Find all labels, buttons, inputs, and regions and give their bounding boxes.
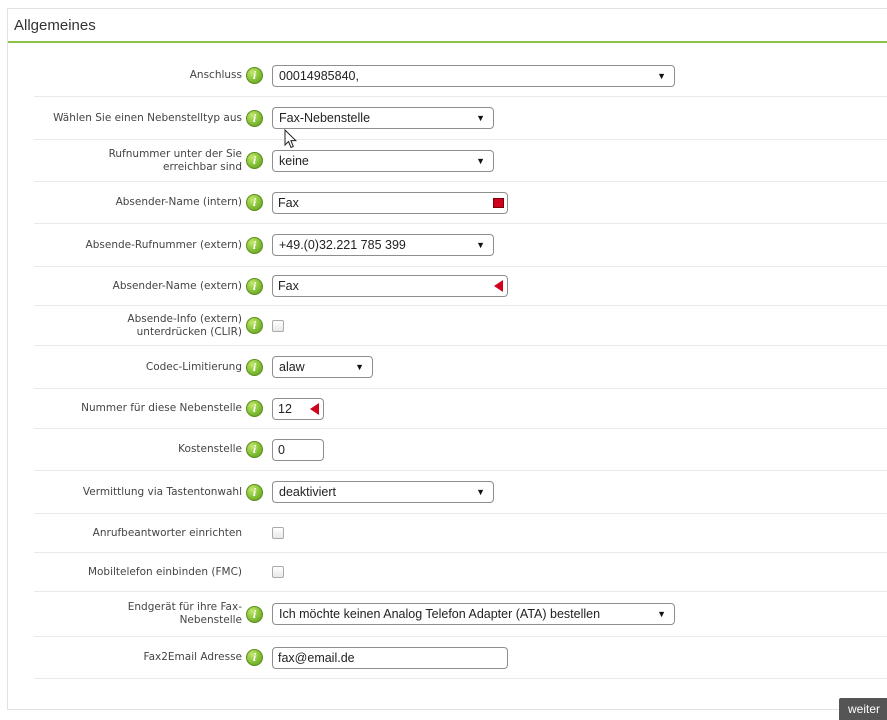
row-kostenstelle: Kostenstelle i 0 <box>34 429 887 471</box>
required-marker-icon <box>493 197 504 208</box>
fax2email-value: fax@email.de <box>278 650 355 665</box>
anschluss-value: 00014985840, <box>279 68 359 83</box>
info-icon[interactable]: i <box>246 605 263 623</box>
info-icon[interactable]: i <box>246 441 263 458</box>
nummer-value: 12 <box>278 401 292 416</box>
nummer-label: Nummer für diese Nebenstelle <box>81 402 242 414</box>
codec-value: alaw <box>279 360 305 374</box>
info-icon[interactable]: i <box>246 67 263 84</box>
absender-extern-label: Absender-Name (extern) <box>112 279 242 292</box>
row-absender-intern: Absender-Name (intern) i Fax <box>34 182 887 224</box>
endgeraet-select[interactable]: Ich möchte keinen Analog Telefon Adapter… <box>272 603 675 625</box>
chevron-down-icon: ▼ <box>657 70 666 81</box>
vermittlung-label: Vermittlung via Tastentonwahl <box>82 485 242 498</box>
clir-checkbox[interactable] <box>272 319 284 332</box>
info-icon[interactable]: i <box>246 400 263 417</box>
row-fmc: Mobiltelefon einbinden (FMC) <box>34 553 887 592</box>
kostenstelle-input[interactable]: 0 <box>272 438 324 461</box>
info-icon[interactable]: i <box>246 483 263 501</box>
absende-rufnummer-select[interactable]: +49.(0)32.221 785 399 ▼ <box>272 234 494 256</box>
nebenstelltyp-select[interactable]: Fax-Nebenstelle ▼ <box>272 107 494 129</box>
absender-extern-value: Fax <box>278 279 299 293</box>
next-button[interactable]: weiter <box>839 698 887 720</box>
info-icon[interactable]: i <box>246 358 263 376</box>
info-icon[interactable]: i <box>246 317 263 334</box>
nebenstelltyp-label: Wählen Sie einen Nebenstelltyp aus <box>53 111 242 124</box>
codec-select[interactable]: alaw ▼ <box>272 356 373 378</box>
vermittlung-value: deaktiviert <box>279 485 336 499</box>
info-icon[interactable]: i <box>246 194 263 211</box>
required-marker-icon <box>494 280 503 292</box>
info-icon[interactable]: i <box>246 109 263 127</box>
clir-label: Absende-Info (extern) unterdrücken (CLIR… <box>127 312 242 338</box>
chevron-down-icon: ▼ <box>476 240 485 250</box>
row-endgeraet: Endgerät für ihre Fax-Nebenstelle i Ich … <box>34 592 887 637</box>
fax2email-label: Fax2Email Adresse <box>143 651 242 663</box>
endgeraet-value: Ich möchte keinen Analog Telefon Adapter… <box>279 607 601 621</box>
chevron-down-icon: ▼ <box>476 487 485 497</box>
vermittlung-select[interactable]: deaktiviert ▼ <box>272 481 494 503</box>
row-anrufbeantworter: Anrufbeantworter einrichten <box>34 514 887 553</box>
row-absende-rufnummer: Absende-Rufnummer (extern) i +49.(0)32.2… <box>34 224 887 267</box>
endgeraet-label: Endgerät für ihre Fax-Nebenstelle <box>127 601 242 626</box>
nummer-input[interactable]: 12 <box>272 397 324 420</box>
row-clir: Absende-Info (extern) unterdrücken (CLIR… <box>34 306 887 346</box>
row-vermittlung: Vermittlung via Tastentonwahl i deaktivi… <box>34 471 887 514</box>
anrufbeantworter-checkbox[interactable] <box>272 527 284 539</box>
absender-intern-value: Fax <box>278 195 299 210</box>
absender-intern-label: Absender-Name (intern) <box>115 196 242 208</box>
anschluss-label: Anschluss <box>189 69 242 81</box>
absende-rufnummer-label: Absende-Rufnummer (extern) <box>85 238 242 251</box>
row-absender-extern: Absender-Name (extern) i Fax <box>34 267 887 306</box>
absende-rufnummer-value: +49.(0)32.221 785 399 <box>279 238 406 252</box>
rufnummer-label: Rufnummer unter der Sie erreichbar sind <box>108 147 242 173</box>
row-anschluss: Anschluss i 00014985840, ▼ <box>34 55 887 97</box>
rufnummer-value: keine <box>279 153 309 168</box>
rufnummer-select[interactable]: keine ▼ <box>272 149 494 172</box>
chevron-down-icon: ▼ <box>355 362 364 372</box>
row-nummer: Nummer für diese Nebenstelle i 12 <box>34 389 887 429</box>
fax2email-input[interactable]: fax@email.de <box>272 646 508 669</box>
codec-label: Codec-Limitierung <box>145 360 242 373</box>
info-icon[interactable]: i <box>246 236 263 254</box>
panel-title: Allgemeines <box>8 9 887 43</box>
row-rufnummer: Rufnummer unter der Sie erreichbar sind … <box>34 140 887 182</box>
form-rows: Anschluss i 00014985840, ▼ Wählen Sie ei… <box>34 55 887 679</box>
nebenstelltyp-value: Fax-Nebenstelle <box>279 111 371 125</box>
required-marker-icon <box>310 402 319 415</box>
kostenstelle-label: Kostenstelle <box>178 443 242 455</box>
info-icon[interactable]: i <box>246 152 263 169</box>
kostenstelle-value: 0 <box>278 442 285 457</box>
row-fax2email: Fax2Email Adresse i fax@email.de <box>34 637 887 679</box>
fmc-label: Mobiltelefon einbinden (FMC) <box>87 565 242 578</box>
absender-intern-input[interactable]: Fax <box>272 191 508 214</box>
anrufbeantworter-label: Anrufbeantworter einrichten <box>92 526 242 539</box>
chevron-down-icon: ▼ <box>476 113 485 123</box>
anschluss-select[interactable]: 00014985840, ▼ <box>272 64 675 87</box>
row-codec: Codec-Limitierung i alaw ▼ <box>34 346 887 389</box>
info-icon[interactable]: i <box>246 277 263 295</box>
chevron-down-icon: ▼ <box>657 609 666 619</box>
chevron-down-icon: ▼ <box>476 155 485 166</box>
fmc-checkbox[interactable] <box>272 566 284 578</box>
info-icon[interactable]: i <box>246 649 263 666</box>
mouse-pointer-icon <box>284 129 298 149</box>
absender-extern-input[interactable]: Fax <box>272 275 508 297</box>
general-panel: Allgemeines Anschluss i 00014985840, ▼ W… <box>7 8 887 710</box>
row-nebenstelltyp: Wählen Sie einen Nebenstelltyp aus i Fax… <box>34 97 887 140</box>
